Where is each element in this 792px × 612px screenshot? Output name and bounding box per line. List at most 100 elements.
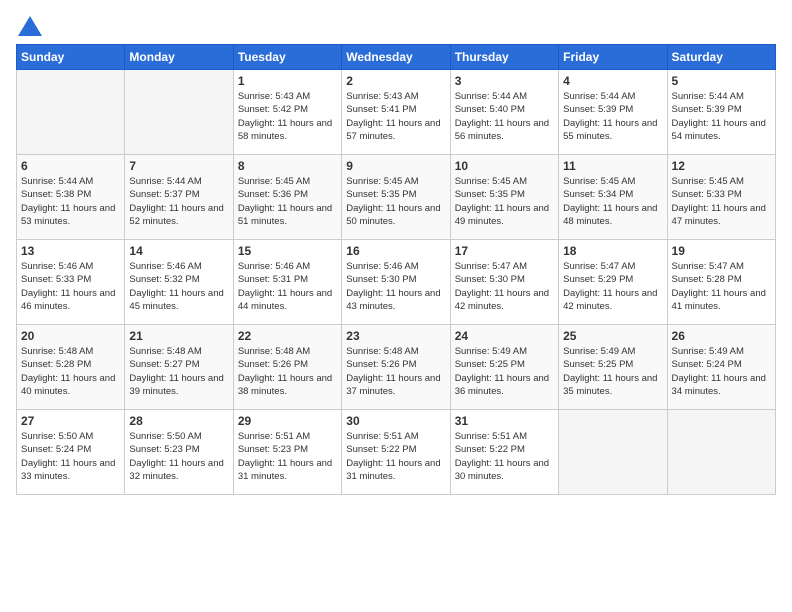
- sunset-text: Sunset: 5:37 PM: [129, 189, 199, 200]
- logo-icon: [18, 16, 42, 36]
- calendar-cell: 21 Sunrise: 5:48 AM Sunset: 5:27 PM Dayl…: [125, 325, 233, 410]
- sunset-text: Sunset: 5:29 PM: [563, 274, 633, 285]
- sunset-text: Sunset: 5:31 PM: [238, 274, 308, 285]
- day-header-monday: Monday: [125, 45, 233, 70]
- day-number: 19: [672, 244, 771, 258]
- sunrise-text: Sunrise: 5:46 AM: [21, 261, 93, 272]
- sunset-text: Sunset: 5:33 PM: [672, 189, 742, 200]
- day-number: 30: [346, 414, 445, 428]
- day-info: Sunrise: 5:47 AM Sunset: 5:28 PM Dayligh…: [672, 260, 771, 313]
- sunrise-text: Sunrise: 5:45 AM: [672, 176, 744, 187]
- sunrise-text: Sunrise: 5:50 AM: [129, 431, 201, 442]
- day-number: 10: [455, 159, 554, 173]
- day-info: Sunrise: 5:44 AM Sunset: 5:38 PM Dayligh…: [21, 175, 120, 228]
- calendar-cell: 9 Sunrise: 5:45 AM Sunset: 5:35 PM Dayli…: [342, 155, 450, 240]
- day-number: 27: [21, 414, 120, 428]
- daylight-text: Daylight: 11 hours and 54 minutes.: [672, 118, 766, 142]
- calendar-cell: 13 Sunrise: 5:46 AM Sunset: 5:33 PM Dayl…: [17, 240, 125, 325]
- sunrise-text: Sunrise: 5:48 AM: [238, 346, 310, 357]
- sunset-text: Sunset: 5:39 PM: [563, 104, 633, 115]
- day-info: Sunrise: 5:49 AM Sunset: 5:25 PM Dayligh…: [455, 345, 554, 398]
- day-number: 22: [238, 329, 337, 343]
- sunset-text: Sunset: 5:23 PM: [238, 444, 308, 455]
- daylight-text: Daylight: 11 hours and 52 minutes.: [129, 203, 223, 227]
- day-number: 8: [238, 159, 337, 173]
- calendar-cell: 8 Sunrise: 5:45 AM Sunset: 5:36 PM Dayli…: [233, 155, 341, 240]
- day-number: 29: [238, 414, 337, 428]
- daylight-text: Daylight: 11 hours and 32 minutes.: [129, 458, 223, 482]
- day-info: Sunrise: 5:48 AM Sunset: 5:26 PM Dayligh…: [238, 345, 337, 398]
- sunrise-text: Sunrise: 5:51 AM: [455, 431, 527, 442]
- day-info: Sunrise: 5:47 AM Sunset: 5:29 PM Dayligh…: [563, 260, 662, 313]
- daylight-text: Daylight: 11 hours and 49 minutes.: [455, 203, 549, 227]
- day-number: 4: [563, 74, 662, 88]
- calendar-cell: [125, 70, 233, 155]
- day-number: 1: [238, 74, 337, 88]
- day-number: 25: [563, 329, 662, 343]
- calendar-cell: [667, 410, 775, 495]
- sunrise-text: Sunrise: 5:49 AM: [672, 346, 744, 357]
- day-info: Sunrise: 5:48 AM Sunset: 5:27 PM Dayligh…: [129, 345, 228, 398]
- calendar-cell: 25 Sunrise: 5:49 AM Sunset: 5:25 PM Dayl…: [559, 325, 667, 410]
- day-number: 31: [455, 414, 554, 428]
- day-number: 21: [129, 329, 228, 343]
- day-number: 11: [563, 159, 662, 173]
- sunset-text: Sunset: 5:22 PM: [455, 444, 525, 455]
- calendar-week-4: 20 Sunrise: 5:48 AM Sunset: 5:28 PM Dayl…: [17, 325, 776, 410]
- day-info: Sunrise: 5:51 AM Sunset: 5:22 PM Dayligh…: [346, 430, 445, 483]
- sunrise-text: Sunrise: 5:48 AM: [21, 346, 93, 357]
- calendar-week-2: 6 Sunrise: 5:44 AM Sunset: 5:38 PM Dayli…: [17, 155, 776, 240]
- calendar-cell: 23 Sunrise: 5:48 AM Sunset: 5:26 PM Dayl…: [342, 325, 450, 410]
- calendar-cell: 31 Sunrise: 5:51 AM Sunset: 5:22 PM Dayl…: [450, 410, 558, 495]
- sunset-text: Sunset: 5:26 PM: [346, 359, 416, 370]
- day-info: Sunrise: 5:48 AM Sunset: 5:28 PM Dayligh…: [21, 345, 120, 398]
- sunset-text: Sunset: 5:39 PM: [672, 104, 742, 115]
- sunset-text: Sunset: 5:35 PM: [346, 189, 416, 200]
- sunset-text: Sunset: 5:24 PM: [672, 359, 742, 370]
- daylight-text: Daylight: 11 hours and 31 minutes.: [238, 458, 332, 482]
- day-info: Sunrise: 5:44 AM Sunset: 5:39 PM Dayligh…: [672, 90, 771, 143]
- day-info: Sunrise: 5:46 AM Sunset: 5:33 PM Dayligh…: [21, 260, 120, 313]
- day-info: Sunrise: 5:49 AM Sunset: 5:24 PM Dayligh…: [672, 345, 771, 398]
- calendar-cell: [17, 70, 125, 155]
- day-header-friday: Friday: [559, 45, 667, 70]
- sunrise-text: Sunrise: 5:47 AM: [563, 261, 635, 272]
- calendar-header-row: SundayMondayTuesdayWednesdayThursdayFrid…: [17, 45, 776, 70]
- page-header: [16, 16, 776, 36]
- day-info: Sunrise: 5:50 AM Sunset: 5:23 PM Dayligh…: [129, 430, 228, 483]
- calendar-cell: 20 Sunrise: 5:48 AM Sunset: 5:28 PM Dayl…: [17, 325, 125, 410]
- day-info: Sunrise: 5:50 AM Sunset: 5:24 PM Dayligh…: [21, 430, 120, 483]
- sunset-text: Sunset: 5:33 PM: [21, 274, 91, 285]
- sunrise-text: Sunrise: 5:46 AM: [346, 261, 418, 272]
- calendar-week-3: 13 Sunrise: 5:46 AM Sunset: 5:33 PM Dayl…: [17, 240, 776, 325]
- day-number: 20: [21, 329, 120, 343]
- daylight-text: Daylight: 11 hours and 44 minutes.: [238, 288, 332, 312]
- day-number: 12: [672, 159, 771, 173]
- day-number: 17: [455, 244, 554, 258]
- daylight-text: Daylight: 11 hours and 58 minutes.: [238, 118, 332, 142]
- day-info: Sunrise: 5:45 AM Sunset: 5:33 PM Dayligh…: [672, 175, 771, 228]
- sunset-text: Sunset: 5:26 PM: [238, 359, 308, 370]
- day-number: 24: [455, 329, 554, 343]
- sunrise-text: Sunrise: 5:45 AM: [563, 176, 635, 187]
- day-number: 28: [129, 414, 228, 428]
- day-number: 6: [21, 159, 120, 173]
- sunrise-text: Sunrise: 5:43 AM: [238, 91, 310, 102]
- sunset-text: Sunset: 5:38 PM: [21, 189, 91, 200]
- daylight-text: Daylight: 11 hours and 42 minutes.: [455, 288, 549, 312]
- calendar-cell: 16 Sunrise: 5:46 AM Sunset: 5:30 PM Dayl…: [342, 240, 450, 325]
- daylight-text: Daylight: 11 hours and 51 minutes.: [238, 203, 332, 227]
- sunset-text: Sunset: 5:42 PM: [238, 104, 308, 115]
- daylight-text: Daylight: 11 hours and 45 minutes.: [129, 288, 223, 312]
- calendar-cell: 7 Sunrise: 5:44 AM Sunset: 5:37 PM Dayli…: [125, 155, 233, 240]
- day-number: 15: [238, 244, 337, 258]
- day-info: Sunrise: 5:49 AM Sunset: 5:25 PM Dayligh…: [563, 345, 662, 398]
- sunrise-text: Sunrise: 5:44 AM: [563, 91, 635, 102]
- calendar-cell: 22 Sunrise: 5:48 AM Sunset: 5:26 PM Dayl…: [233, 325, 341, 410]
- calendar-cell: 26 Sunrise: 5:49 AM Sunset: 5:24 PM Dayl…: [667, 325, 775, 410]
- daylight-text: Daylight: 11 hours and 46 minutes.: [21, 288, 115, 312]
- sunset-text: Sunset: 5:28 PM: [672, 274, 742, 285]
- calendar-cell: 30 Sunrise: 5:51 AM Sunset: 5:22 PM Dayl…: [342, 410, 450, 495]
- sunset-text: Sunset: 5:22 PM: [346, 444, 416, 455]
- sunrise-text: Sunrise: 5:45 AM: [346, 176, 418, 187]
